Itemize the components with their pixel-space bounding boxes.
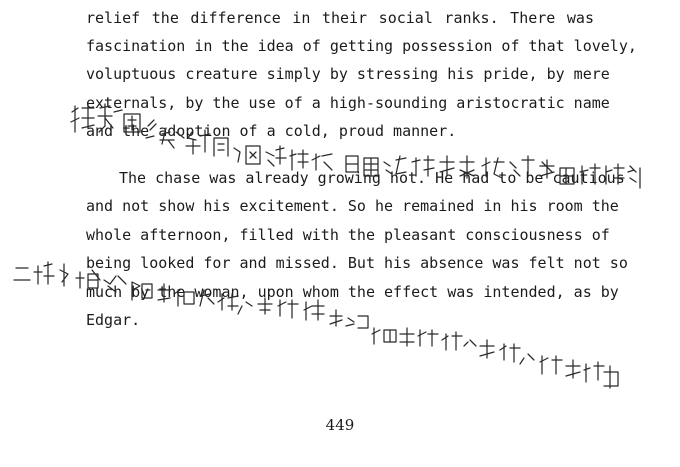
text-line: relief the difference in their social ra…	[86, 9, 594, 27]
text-line: fascination in the idea of getting posse…	[86, 37, 637, 55]
text-line: The chase was already growing hot. He ha…	[119, 169, 625, 187]
text-line: Edgar.	[86, 311, 141, 329]
text-line: whole afternoon, filled with the pleasan…	[86, 226, 610, 244]
text-line: voluptuous creature simply by stressing …	[86, 65, 610, 83]
text-line: and the adoption of a cold, proud manner…	[86, 122, 457, 140]
text-line: much by the woman, upon whom the effect …	[86, 283, 619, 301]
text-line: being looked for and missed. But his abs…	[86, 254, 628, 272]
page-number: 449	[325, 416, 355, 434]
text-line: and not show his excitement. So he remai…	[86, 197, 619, 215]
text-line: externals, by the use of a high-sounding…	[86, 94, 610, 112]
document-page: relief the difference in their social ra…	[0, 0, 680, 467]
